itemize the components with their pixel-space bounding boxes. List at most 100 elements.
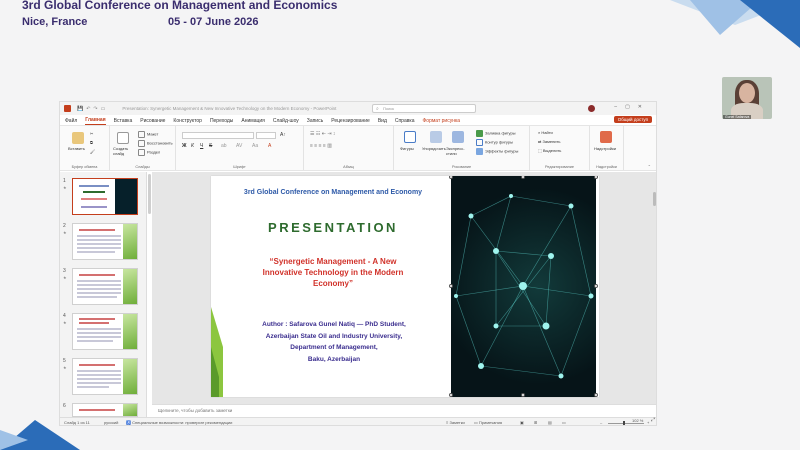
shapes-button[interactable]: Фигуры bbox=[400, 146, 414, 151]
thumb-number: 6 bbox=[63, 403, 66, 409]
cut-icon[interactable]: ✂ bbox=[90, 131, 93, 136]
zoom-level[interactable]: 102 % bbox=[632, 418, 643, 423]
shape-outline-button[interactable]: Контур фигуры bbox=[476, 139, 513, 146]
tab-animations[interactable]: Анимация bbox=[241, 118, 264, 125]
tab-home[interactable]: Главная bbox=[85, 117, 106, 125]
selection-handle[interactable] bbox=[594, 393, 598, 397]
select-button[interactable]: ⬚ Выделить bbox=[538, 148, 561, 153]
slide-thumbnail[interactable] bbox=[72, 403, 138, 417]
deco-triangle-top-3 bbox=[740, 0, 800, 48]
search-box[interactable]: ⌕ Поиск bbox=[372, 104, 476, 113]
tab-file[interactable]: Файл bbox=[65, 118, 77, 125]
layout-button[interactable]: Макет bbox=[138, 131, 158, 138]
user-avatar[interactable] bbox=[588, 105, 595, 112]
tab-insert[interactable]: Вставка bbox=[114, 118, 133, 125]
find-label: Найти bbox=[541, 130, 553, 135]
tab-slideshow[interactable]: Слайд-шоу bbox=[273, 118, 299, 125]
quick-styles-button[interactable]: Экспресс-стили bbox=[446, 146, 470, 156]
quick-access-icons[interactable]: 💾↶↷▭ bbox=[77, 106, 108, 112]
thumbnails-scrollbar[interactable] bbox=[148, 174, 151, 214]
thumb-green-accent bbox=[123, 269, 137, 304]
language-indicator[interactable]: русский bbox=[104, 420, 118, 425]
thumb-line bbox=[77, 370, 121, 372]
reset-button[interactable]: Восстановить bbox=[138, 140, 173, 147]
thumb-line bbox=[81, 206, 107, 208]
group-editing: ⌕ Найти ⇄ Заменить ⬚ Выделить Редактиров… bbox=[530, 126, 590, 170]
bold-button[interactable]: Ж bbox=[182, 143, 187, 149]
accessibility-status[interactable]: ♿ Специальные возможности: проверьте рек… bbox=[126, 420, 232, 425]
change-case-icon[interactable]: Aa bbox=[252, 143, 258, 149]
selection-handle[interactable] bbox=[521, 393, 525, 397]
window-controls[interactable]: –▢✕ bbox=[614, 104, 650, 110]
selection-handle[interactable] bbox=[449, 393, 453, 397]
slide-thumbnail[interactable] bbox=[72, 178, 138, 215]
text-shadow-icon[interactable]: ab bbox=[221, 143, 227, 149]
notes-pane[interactable]: Щелкните, чтобы добавить заметки bbox=[152, 404, 656, 417]
slide-thumbnail[interactable] bbox=[72, 358, 138, 395]
tab-view[interactable]: Вид bbox=[378, 118, 387, 125]
thumb-line bbox=[77, 328, 121, 330]
shape-effects-button[interactable]: Эффекты фигуры bbox=[476, 148, 518, 155]
fit-to-window-icon[interactable]: ⤢ bbox=[651, 417, 655, 423]
arrange-button[interactable]: Упорядочить bbox=[422, 146, 446, 151]
tab-transitions[interactable]: Переходы bbox=[210, 118, 233, 125]
thumb-number: 2 bbox=[63, 223, 66, 229]
reset-label: Восстановить bbox=[147, 140, 173, 146]
thumb-line bbox=[77, 235, 121, 237]
format-painter-icon[interactable]: 🖌 bbox=[90, 149, 95, 154]
zoom-in-icon[interactable]: + bbox=[647, 420, 649, 425]
tab-record[interactable]: Запись bbox=[307, 118, 323, 125]
tab-review[interactable]: Рецензирование bbox=[331, 118, 370, 125]
thumb-line bbox=[77, 336, 121, 338]
current-slide[interactable]: 3rd Global Conference on Management and … bbox=[211, 176, 599, 397]
new-slide-button[interactable]: Создать слайд bbox=[113, 146, 133, 156]
selection-handle[interactable] bbox=[594, 284, 598, 288]
tab-help[interactable]: Справка bbox=[395, 118, 415, 125]
replace-button[interactable]: ⇄ Заменить bbox=[538, 139, 560, 144]
font-family-field[interactable] bbox=[182, 132, 254, 139]
collapse-ribbon-icon[interactable]: ⌄ bbox=[648, 162, 651, 167]
group-paragraph: ☰ ☷ ⇤ ⇥ ↕ ≡ ≡ ≡ ≡ ▥ Абзац bbox=[304, 126, 394, 170]
paste-button[interactable]: Вставить bbox=[68, 146, 85, 151]
char-spacing-icon[interactable]: AV bbox=[236, 143, 242, 149]
strikethrough-button[interactable]: S bbox=[209, 143, 212, 149]
webcam-tile[interactable]: Gunel Safarova bbox=[722, 77, 772, 119]
selection-handle[interactable] bbox=[449, 284, 453, 288]
find-button[interactable]: ⌕ Найти bbox=[538, 130, 553, 135]
slideshow-view-icon[interactable]: ▭ bbox=[562, 420, 566, 425]
share-button[interactable]: Общий доступ bbox=[613, 116, 652, 123]
bullets-icon[interactable]: ☰ ☷ ⇤ ⇥ ↕ bbox=[310, 131, 335, 137]
comments-toggle[interactable]: ▭ Примечания bbox=[474, 420, 502, 425]
addins-button[interactable]: Надстройки bbox=[594, 146, 616, 151]
font-color-icon[interactable]: A bbox=[268, 143, 271, 149]
normal-view-icon[interactable]: ▣ bbox=[520, 420, 524, 425]
selection-handle[interactable] bbox=[594, 176, 598, 179]
slide-thumbnail[interactable] bbox=[72, 313, 138, 350]
editing-scrollbar[interactable] bbox=[653, 192, 656, 206]
italic-button[interactable]: К bbox=[191, 143, 194, 149]
slide-thumbnail[interactable] bbox=[72, 223, 138, 260]
slide-sorter-icon[interactable]: ⊞ bbox=[534, 420, 537, 425]
tab-picture-format[interactable]: Формат рисунка bbox=[422, 118, 460, 125]
underline-button[interactable]: Ч bbox=[200, 143, 203, 149]
reading-view-icon[interactable]: ▤ bbox=[548, 420, 552, 425]
network-image[interactable] bbox=[451, 176, 596, 397]
copy-icon[interactable]: ⧉ bbox=[90, 140, 93, 145]
tab-draw[interactable]: Рисование bbox=[140, 118, 165, 125]
zoom-slider-thumb[interactable] bbox=[623, 420, 625, 425]
slide-heading: PRESENTATION bbox=[268, 220, 398, 235]
title-bar: 💾↶↷▭ Presentation: Synergetic Management… bbox=[60, 102, 656, 115]
fill-icon bbox=[476, 130, 483, 137]
grow-font-icon[interactable]: A↑ bbox=[280, 132, 286, 138]
slide-thumbnail[interactable] bbox=[72, 268, 138, 305]
zoom-out-icon[interactable]: – bbox=[600, 420, 602, 425]
section-button[interactable]: Раздел bbox=[138, 149, 160, 156]
clipboard-group-label: Буфер обмена bbox=[71, 165, 98, 169]
notes-toggle[interactable]: ≡ Заметки bbox=[446, 420, 465, 425]
font-size-field[interactable] bbox=[256, 132, 276, 139]
align-icons[interactable]: ≡ ≡ ≡ ≡ ▥ bbox=[310, 143, 332, 149]
thumb-green-accent bbox=[123, 314, 137, 349]
tab-design[interactable]: Конструктор bbox=[173, 118, 202, 125]
shape-fill-button[interactable]: Заливка фигуры bbox=[476, 130, 516, 137]
drawing-group-label: Рисование bbox=[451, 165, 472, 169]
